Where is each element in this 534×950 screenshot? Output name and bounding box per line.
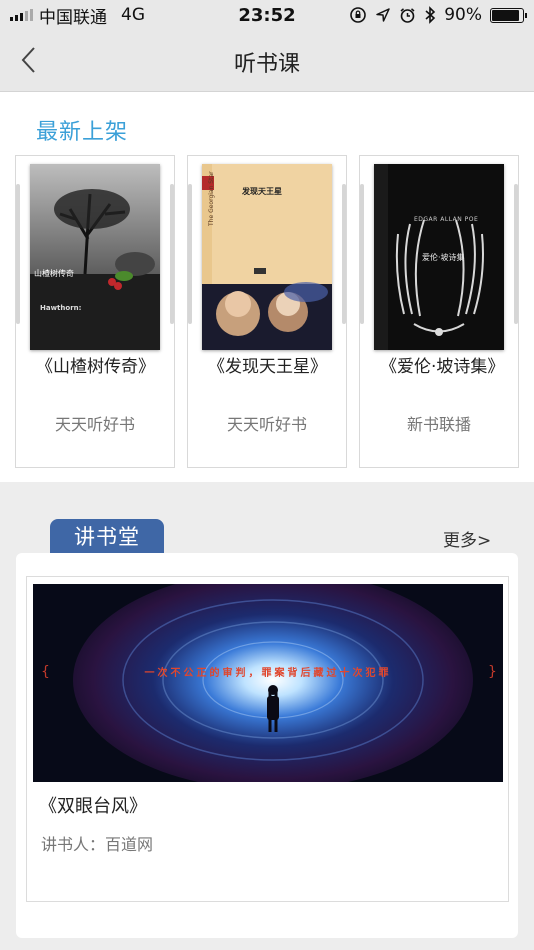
book-title: 《爱伦·坡诗集》 xyxy=(380,357,505,377)
lecture-speaker: 讲书人：百道网 xyxy=(41,835,154,854)
cover-subtitle: The Georgian Star xyxy=(208,171,215,226)
book-card-poe[interactable]: 爱伦·坡诗集 EDGAR ALLAN POE 《爱伦·坡诗集》 新书联播 xyxy=(359,155,519,468)
book-title: 《发现天王星》 xyxy=(208,357,327,377)
alarm-icon xyxy=(400,7,415,23)
cover-title: 爱伦·坡诗集 xyxy=(422,253,465,262)
nav-bar: 听书课 xyxy=(0,30,534,92)
bluetooth-icon xyxy=(425,6,436,24)
book-card-hawthorn[interactable]: 山楂树传奇 Hawthorn: 《山楂树传奇》 天天听好书 xyxy=(15,155,175,468)
more-link[interactable]: 更多> xyxy=(443,526,491,551)
status-bar: 中国联通 4G 23:52 90% xyxy=(0,0,534,30)
book-cover: 爱伦·坡诗集 EDGAR ALLAN POE xyxy=(374,164,504,350)
scroll-indicator xyxy=(360,184,364,324)
banner-caption: 一次不公正的审判，罪案背后藏过十次犯罪 xyxy=(144,668,392,679)
book-card-uranus[interactable]: 发现天王星 The Georgian Star 《发现天王星》 天天听好书 xyxy=(187,155,347,468)
new-arrivals-section: 最新上架 山楂树传奇 Hawthorn: 《山楂树传奇》 天天听好书 发现天王星… xyxy=(0,92,534,482)
signal-strength-icon xyxy=(10,9,33,21)
lecture-title: 《双眼台风》 xyxy=(39,796,147,817)
book-cover: 发现天王星 The Georgian Star xyxy=(202,164,332,350)
battery-icon xyxy=(490,7,527,23)
book-source: 天天听好书 xyxy=(54,415,135,434)
network-type: 4G xyxy=(121,5,145,25)
cover-subtitle: Hawthorn: xyxy=(40,304,82,312)
page-title: 听书课 xyxy=(233,52,300,77)
battery-percent: 90% xyxy=(444,5,482,25)
scroll-indicator xyxy=(342,184,346,324)
cover-title: 发现天王星 xyxy=(242,187,282,196)
lecture-banner: { } 一次不公正的审判，罪案背后藏过十次犯罪 xyxy=(33,584,503,782)
cover-title: 山楂树传奇 xyxy=(34,269,74,278)
book-source: 新书联播 xyxy=(406,415,471,434)
scroll-indicator xyxy=(16,184,20,324)
book-source: 天天听好书 xyxy=(226,415,307,434)
book-title: 《山楂树传奇》 xyxy=(36,357,155,377)
lecture-card[interactable]: { } 一次不公正的审判，罪案背后藏过十次犯罪 《双眼台风》 讲书人：百道网 xyxy=(26,576,509,902)
book-cover: 山楂树传奇 Hawthorn: xyxy=(30,164,160,350)
lecture-hall-tab[interactable]: 讲书堂 xyxy=(50,519,164,555)
scroll-indicator xyxy=(514,184,518,324)
lecture-hall-section: { } 一次不公正的审判，罪案背后藏过十次犯罪 《双眼台风》 讲书人：百道网 xyxy=(16,553,518,938)
lock-rotation-icon xyxy=(350,7,367,23)
carrier-name: 中国联通 xyxy=(39,7,107,28)
section-title: 最新上架 xyxy=(36,120,129,145)
location-arrow-icon xyxy=(376,8,390,22)
cover-subtitle: EDGAR ALLAN POE xyxy=(414,216,479,223)
scroll-indicator xyxy=(170,184,174,324)
scroll-indicator xyxy=(188,184,192,324)
